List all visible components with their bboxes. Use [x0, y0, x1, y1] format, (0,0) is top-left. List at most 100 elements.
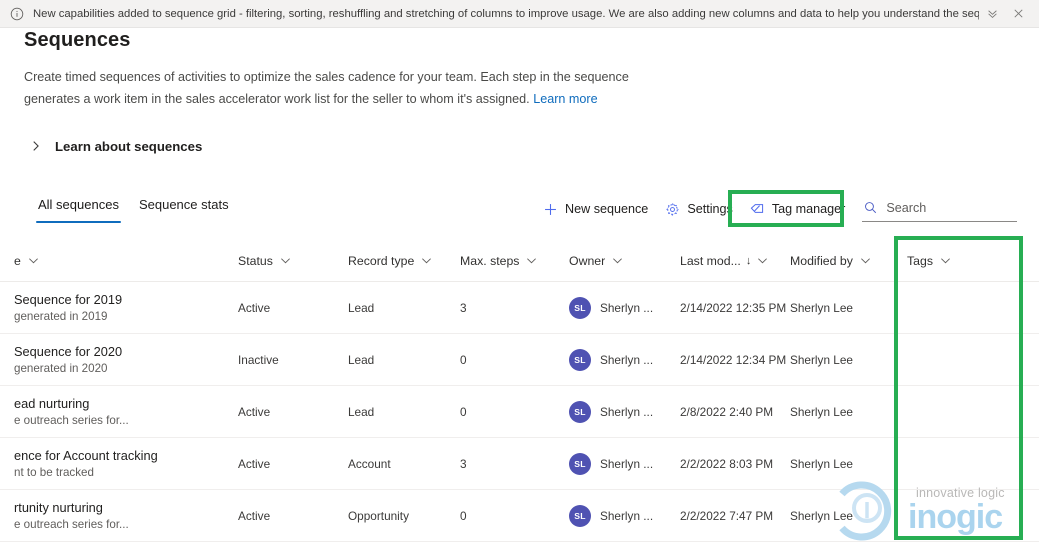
column-header-last-modified[interactable]: Last mod... ↓ [680, 240, 790, 282]
avatar: SL [569, 348, 591, 371]
tag-manager-label: Tag manager [771, 202, 846, 216]
sort-descending-icon: ↓ [745, 254, 752, 267]
column-header-record-type[interactable]: Record type [348, 240, 460, 282]
cell-last-modified: 2/2/2022 8:03 PM [680, 456, 774, 471]
column-header-tags[interactable]: Tags [895, 240, 1025, 282]
cell-record-type: Lead [348, 300, 375, 315]
table-row[interactable]: rtunity nurturing e outreach series for.… [0, 490, 1039, 542]
column-header-name-label: e [14, 253, 21, 268]
cell-max-steps: 0 [460, 508, 467, 523]
cell-owner: SL Sherlyn ... [569, 438, 680, 490]
column-header-owner[interactable]: Owner [569, 240, 680, 282]
search-input[interactable] [886, 200, 1007, 215]
learn-about-sequences-label: Learn about sequences [55, 138, 203, 154]
grid-header-row: e Status Record type Max. steps Owner La… [0, 240, 1039, 282]
avatar: SL [569, 452, 591, 475]
cell-modified-by: Sherlyn Lee [790, 508, 853, 523]
sequence-subtitle: e outreach series for... [14, 413, 129, 427]
column-header-record-type-label: Record type [348, 253, 415, 268]
cell-record-type: Lead [348, 352, 375, 367]
owner-name: Sherlyn ... [600, 508, 654, 523]
sequences-grid: e Status Record type Max. steps Owner La… [0, 240, 1039, 546]
cell-modified-by: Sherlyn Lee [790, 456, 853, 471]
avatar: SL [569, 296, 591, 319]
settings-button[interactable]: Settings [657, 196, 742, 222]
cell-last-modified: 2/14/2022 12:35 PM [680, 300, 787, 315]
tag-manager-button[interactable]: Tag manager [742, 196, 855, 222]
column-header-max-steps-label: Max. steps [460, 253, 520, 268]
chevron-right-icon [28, 138, 44, 154]
sequence-name: ence for Account tracking [14, 447, 158, 463]
cell-record-type: Account [348, 456, 391, 471]
cell-last-modified: 2/14/2022 12:34 PM [680, 352, 787, 367]
column-header-modified-by[interactable]: Modified by [790, 240, 895, 282]
cell-record-type: Opportunity [348, 508, 409, 523]
chevron-down-icon [940, 255, 951, 266]
cell-name: ead nurturing e outreach series for... [0, 386, 238, 438]
learn-about-sequences-toggle[interactable]: Learn about sequences [28, 134, 202, 158]
gear-icon [664, 201, 680, 217]
cell-name: rtunity nurturing e outreach series for.… [0, 490, 238, 542]
cell-tags [895, 490, 1025, 542]
chevron-down-icon [526, 255, 537, 266]
plus-icon [542, 201, 558, 217]
chevron-down-icon [280, 255, 291, 266]
owner-name: Sherlyn ... [600, 352, 654, 367]
tab-all-sequences[interactable]: All sequences [28, 196, 129, 223]
cell-max-steps: 3 [460, 300, 467, 315]
chevron-down-icon [860, 255, 871, 266]
column-header-status[interactable]: Status [238, 240, 348, 282]
table-row[interactable]: Sequence for 2019 generated in 2019 Acti… [0, 282, 1039, 334]
sequence-name: Sequence for 2019 [14, 291, 123, 307]
cell-modified-by: Sherlyn Lee [790, 404, 853, 419]
column-header-modified-by-label: Modified by [790, 253, 853, 268]
cell-status: Active [238, 404, 271, 419]
cell-name: Sequence for 2020 generated in 2020 [0, 334, 238, 386]
search-icon [862, 200, 878, 216]
learn-more-link[interactable]: Learn more [533, 92, 597, 106]
sequence-subtitle: nt to be tracked [14, 465, 94, 479]
tab-sequence-stats-label: Sequence stats [138, 197, 229, 212]
column-header-name[interactable]: e [0, 240, 238, 282]
sequence-name: rtunity nurturing [14, 499, 103, 515]
sequence-name: ead nurturing [14, 395, 90, 411]
command-bar: New sequence Settings Tag manager Search [535, 196, 1018, 222]
tab-sequence-stats[interactable]: Sequence stats [129, 196, 239, 223]
column-header-last-modified-label: Last mod... [680, 253, 741, 268]
column-header-max-steps[interactable]: Max. steps [460, 240, 569, 282]
column-header-tags-label: Tags [907, 253, 933, 268]
sequences-page: New capabilities added to sequence grid … [0, 0, 1039, 546]
cell-status: Inactive [238, 352, 279, 367]
table-row[interactable]: ead nurturing e outreach series for... A… [0, 386, 1039, 438]
table-row[interactable]: Sequence for 2020 generated in 2020 Inac… [0, 334, 1039, 386]
cell-owner: SL Sherlyn ... [569, 334, 680, 386]
double-chevron-down-icon[interactable] [979, 1, 1005, 27]
cell-status: Active [238, 456, 271, 471]
notification-bar: New capabilities added to sequence grid … [0, 0, 1039, 28]
table-row[interactable]: ence for Account tracking nt to be track… [0, 438, 1039, 490]
tab-list: All sequences Sequence stats [28, 196, 239, 223]
cell-status: Active [238, 300, 271, 315]
chevron-down-icon [421, 255, 432, 266]
sequence-subtitle: generated in 2019 [14, 309, 108, 323]
chevron-down-icon [28, 255, 39, 266]
cell-tags [895, 386, 1025, 438]
tab-all-sequences-label: All sequences [38, 197, 119, 212]
close-icon[interactable] [1005, 1, 1031, 27]
cell-max-steps: 0 [460, 404, 467, 419]
sequence-name: Sequence for 2020 [14, 343, 123, 359]
cell-tags [895, 334, 1025, 386]
cell-last-modified: 2/2/2022 7:47 PM [680, 508, 774, 523]
column-header-owner-label: Owner [569, 253, 606, 268]
cell-owner: SL Sherlyn ... [569, 386, 680, 438]
cell-record-type: Lead [348, 404, 375, 419]
search-box[interactable] [862, 196, 1018, 222]
settings-label: Settings [687, 202, 733, 216]
chevron-down-icon [757, 255, 768, 266]
cell-modified-by: Sherlyn Lee [790, 300, 853, 315]
column-header-status-label: Status [238, 253, 273, 268]
owner-name: Sherlyn ... [600, 300, 654, 315]
new-sequence-button[interactable]: New sequence [535, 196, 657, 222]
cell-name: Sequence for 2019 generated in 2019 [0, 282, 238, 334]
page-title: Sequences [24, 29, 131, 51]
